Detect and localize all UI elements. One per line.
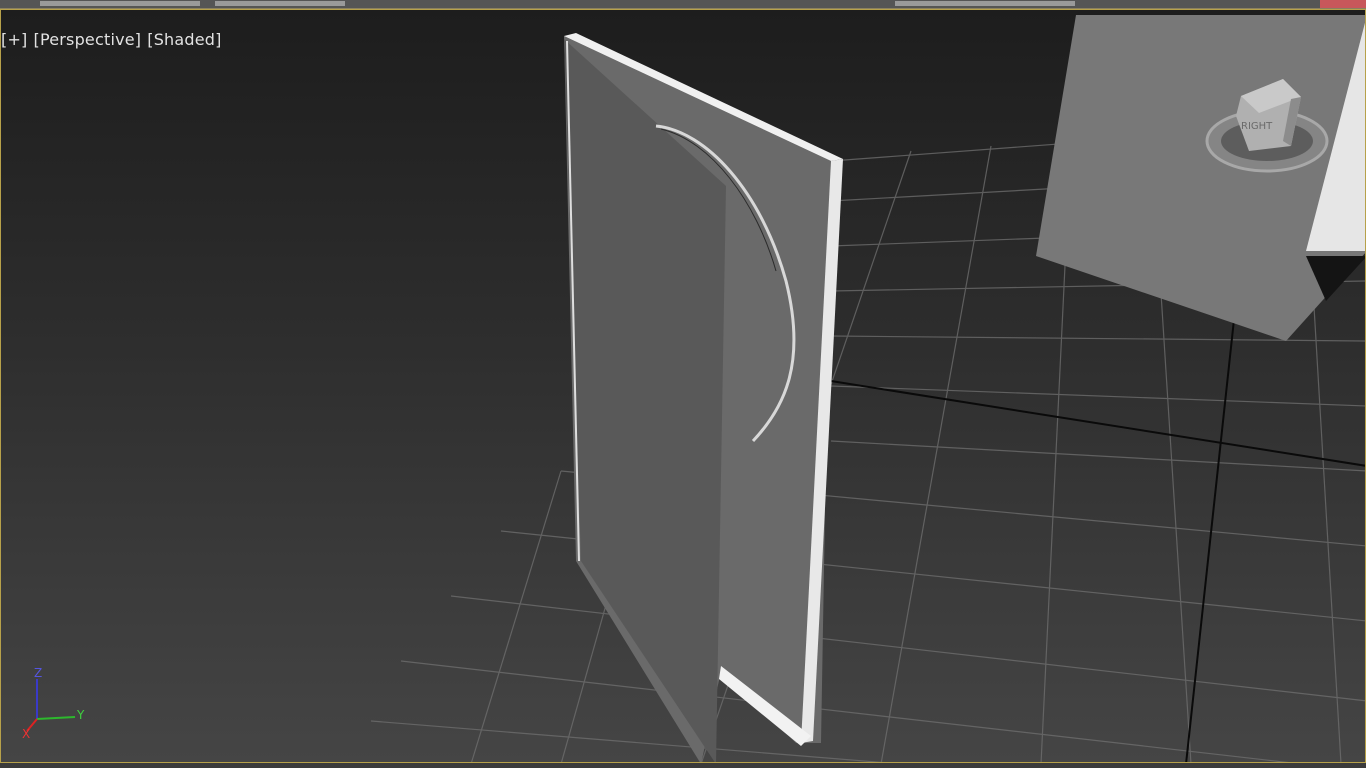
- axis-z-label: Z: [34, 666, 42, 680]
- toolbar-segment: [40, 1, 200, 6]
- top-toolbar-strip: [0, 0, 1366, 9]
- viewport-plus-menu[interactable]: [+]: [1, 30, 28, 49]
- viewcube-face-label: RIGHT: [1241, 121, 1273, 132]
- toolbar-segment: [895, 1, 1075, 6]
- axis-tripod-icon: Z Y X: [22, 666, 85, 741]
- background-plane[interactable]: [1036, 15, 1366, 341]
- toolbar-segment: [215, 1, 345, 6]
- world-axis-lines: [830, 300, 1365, 762]
- viewport-shading-menu[interactable]: [Shaded]: [147, 30, 221, 49]
- perspective-viewport[interactable]: RIGHT Z Y X [+] [Perspective] [Shaded]: [0, 9, 1366, 763]
- viewport-point-of-view-menu[interactable]: [Perspective]: [34, 30, 142, 49]
- axis-y-label: Y: [76, 708, 85, 722]
- close-accent[interactable]: [1320, 0, 1366, 8]
- bottom-strip: [0, 763, 1366, 768]
- axis-x-label: X: [22, 727, 30, 741]
- viewport-label-menu: [+] [Perspective] [Shaded]: [1, 30, 228, 49]
- door-panel[interactable]: [564, 33, 843, 763]
- scene-canvas[interactable]: RIGHT Z Y X: [1, 10, 1366, 763]
